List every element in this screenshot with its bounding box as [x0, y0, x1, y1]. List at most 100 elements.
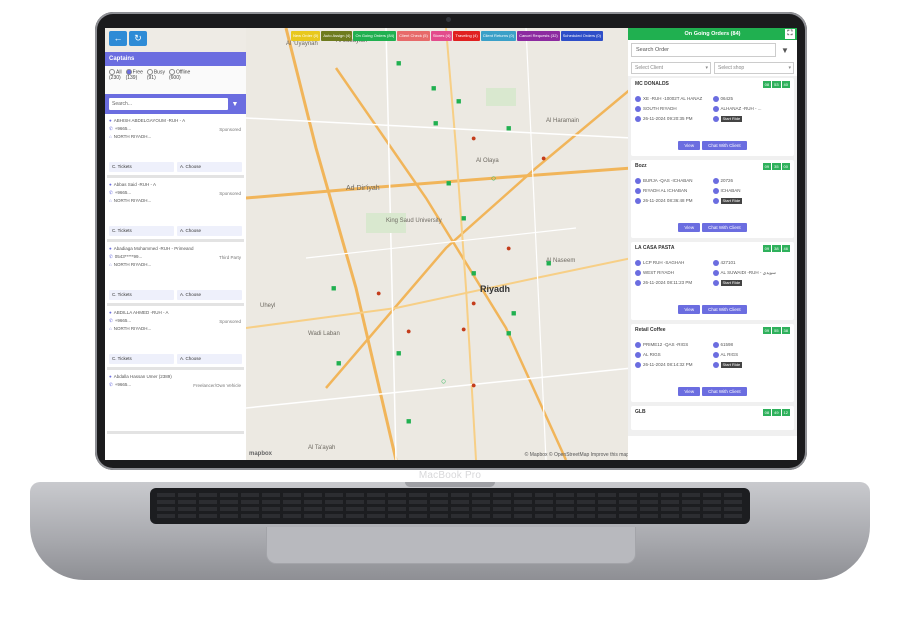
chat-with-client-button[interactable]: Chat With Client: [702, 305, 747, 314]
store-icon: [635, 341, 641, 348]
truck-marker-icon[interactable]: ■: [396, 348, 401, 358]
location-icon: [712, 105, 719, 112]
key-row: [157, 514, 743, 518]
truck-marker-icon[interactable]: ■: [446, 178, 451, 188]
truck-marker-icon[interactable]: ■: [461, 213, 466, 223]
tab-ongoing[interactable]: On Going Orders (84): [353, 31, 397, 41]
phone-icon: ✆: [109, 254, 113, 259]
truck-marker-icon[interactable]: ■: [506, 123, 511, 133]
truck-marker-icon[interactable]: ■: [506, 328, 511, 338]
tab-client-returns[interactable]: Client Returns (0): [480, 31, 517, 41]
view-button[interactable]: View: [678, 387, 701, 396]
order-selects: Select Client Select shop: [628, 60, 797, 76]
truck-marker-icon[interactable]: ○: [491, 173, 496, 183]
restaurant-marker-icon[interactable]: ●: [406, 326, 411, 336]
restaurant-marker-icon[interactable]: ●: [471, 380, 476, 390]
order-timer: 08 53 40: [762, 81, 790, 88]
captain-card[interactable]: ● Abadiaga Mohammed -RUH - Primeand ✆ 0543…: [107, 242, 244, 306]
order-card[interactable]: GLB 08 49 12: [631, 406, 794, 430]
refresh-button[interactable]: ↻: [129, 31, 147, 46]
truck-marker-icon[interactable]: ■: [336, 358, 341, 368]
order-card[interactable]: Bozz 09 35 00 BURJA -QAS -ICHABAN 20726 RI…: [631, 160, 794, 238]
order-card[interactable]: LA CASA PASTA 09 38 46 LCP RUH -SAGHAH 427…: [631, 242, 794, 320]
filter-offline[interactable]: Offline (600): [168, 69, 190, 91]
captain-card[interactable]: ● Abdalla Hassan Umer (2389) ✆ +9665... Fr…: [107, 370, 244, 434]
back-button[interactable]: ←: [109, 31, 127, 46]
truck-marker-icon[interactable]: ■: [511, 308, 516, 318]
phone-icon: ✆: [109, 318, 113, 323]
laptop-brand-label: MacBook Pro: [418, 470, 482, 481]
filter-busy[interactable]: Busy (91): [146, 69, 165, 91]
captain-filters: All (230) Free (139) Busy (91) Offline (600): [105, 66, 246, 94]
restaurant-marker-icon[interactable]: ●: [376, 288, 381, 298]
start-ride-badge: Start Ride: [720, 279, 743, 286]
truck-marker-icon[interactable]: ■: [406, 416, 411, 426]
truck-marker-icon[interactable]: ■: [396, 58, 401, 68]
captain-phone: +9665...: [114, 190, 132, 195]
chat-with-client-button[interactable]: Chat With Client: [702, 223, 747, 232]
captain-card[interactable]: ● ABDILLA AHMED -RUH - A ✆ +9665... ⌂ NORTH…: [107, 306, 244, 370]
truck-marker-icon[interactable]: ○: [441, 376, 446, 386]
tab-scheduled[interactable]: Scheduled Orders (0): [560, 31, 603, 41]
captain-card[interactable]: ● ABHISH ABDELGAYOUM -RUH - A ✆ +9665... ⌂…: [107, 114, 244, 178]
order-search-input[interactable]: Search Order: [631, 43, 776, 57]
choose-button[interactable]: A. Choose: [177, 290, 242, 300]
tickets-button[interactable]: C. Tickets: [109, 226, 174, 236]
select-shop[interactable]: Select shop: [714, 62, 794, 74]
laptop-hinge: [405, 482, 495, 487]
tickets-button[interactable]: C. Tickets: [109, 354, 174, 364]
choose-button[interactable]: A. Choose: [177, 162, 242, 172]
view-button[interactable]: View: [678, 141, 701, 150]
view-button[interactable]: View: [678, 223, 701, 232]
chat-with-client-button[interactable]: Chat With Client: [702, 141, 747, 150]
choose-button[interactable]: A. Choose: [177, 226, 242, 236]
captain-name: ABHISH ABDELGAYOUM -RUH - A: [113, 118, 186, 123]
filter-icon[interactable]: ▼: [228, 101, 242, 108]
store-icon: [635, 95, 641, 102]
choose-button[interactable]: A. Choose: [177, 354, 242, 364]
tab-auto-assign[interactable]: Auto Assign (4): [321, 31, 353, 41]
restaurant-marker-icon[interactable]: ●: [471, 298, 476, 308]
map-attribution[interactable]: © Mapbox © OpenStreetMap Improve this ma…: [525, 452, 629, 458]
store-icon: [635, 259, 641, 266]
captain-search-input[interactable]: Search...: [109, 98, 228, 110]
captains-panel: Captains All (230) Free (139) Busy (91) Off…: [105, 52, 246, 460]
phone-icon: ✆: [109, 382, 113, 387]
chat-with-client-button[interactable]: Chat With Client: [702, 387, 747, 396]
key-row: [157, 493, 743, 497]
view-button[interactable]: View: [678, 305, 701, 314]
place-label: Wadi Laban: [308, 331, 340, 337]
tab-stores[interactable]: Stores (4): [430, 31, 453, 41]
captain-name: Abdalla Hassan Umer (2389): [113, 374, 172, 379]
tab-client-check[interactable]: Client Check (5): [397, 31, 430, 41]
map-view[interactable]: Al 'Uyaynah Al Jubaylah Ad Dir'iyah King…: [246, 28, 632, 460]
restaurant-marker-icon[interactable]: ●: [541, 153, 546, 163]
tickets-button[interactable]: C. Tickets: [109, 290, 174, 300]
captain-type: Sponsored: [219, 127, 241, 132]
truck-marker-icon[interactable]: ■: [456, 96, 461, 106]
truck-marker-icon[interactable]: ■: [431, 83, 436, 93]
filter-icon[interactable]: ▼: [776, 46, 794, 55]
order-card[interactable]: Retail Coffee 09 55 38 PRIME12 -QAS -RIGS …: [631, 324, 794, 402]
captain-phone: +9665...: [114, 318, 132, 323]
select-client[interactable]: Select Client: [631, 62, 711, 74]
filter-free[interactable]: Free (139): [125, 69, 143, 91]
restaurant-marker-icon[interactable]: ●: [461, 324, 466, 334]
key-row: [157, 507, 743, 511]
truck-marker-icon[interactable]: ■: [546, 258, 551, 268]
truck-marker-icon[interactable]: ■: [331, 283, 336, 293]
tab-new-order[interactable]: New Order (0): [291, 31, 321, 41]
restaurant-marker-icon[interactable]: ●: [506, 243, 511, 253]
tickets-button[interactable]: C. Tickets: [109, 162, 174, 172]
tab-traveling[interactable]: Traveling (4): [453, 31, 480, 41]
order-card[interactable]: MC DONALDS 08 53 40 XE -RUH -10002T AL HAN…: [631, 78, 794, 156]
tab-cancel-requests[interactable]: Cancel Requests (32): [517, 31, 560, 41]
place-label: King Saud University: [386, 218, 442, 224]
place-label: Al 'Uyaynah: [286, 41, 318, 47]
truck-marker-icon[interactable]: ■: [433, 118, 438, 128]
captain-card[interactable]: ● Abbas Said -RUH - A ✆ +9665... ⌂ NORTH RI…: [107, 178, 244, 242]
filter-all[interactable]: All (230): [109, 69, 122, 91]
restaurant-marker-icon[interactable]: ●: [471, 133, 476, 143]
fullscreen-icon[interactable]: ⛶: [785, 29, 795, 39]
truck-marker-icon[interactable]: ■: [471, 268, 476, 278]
